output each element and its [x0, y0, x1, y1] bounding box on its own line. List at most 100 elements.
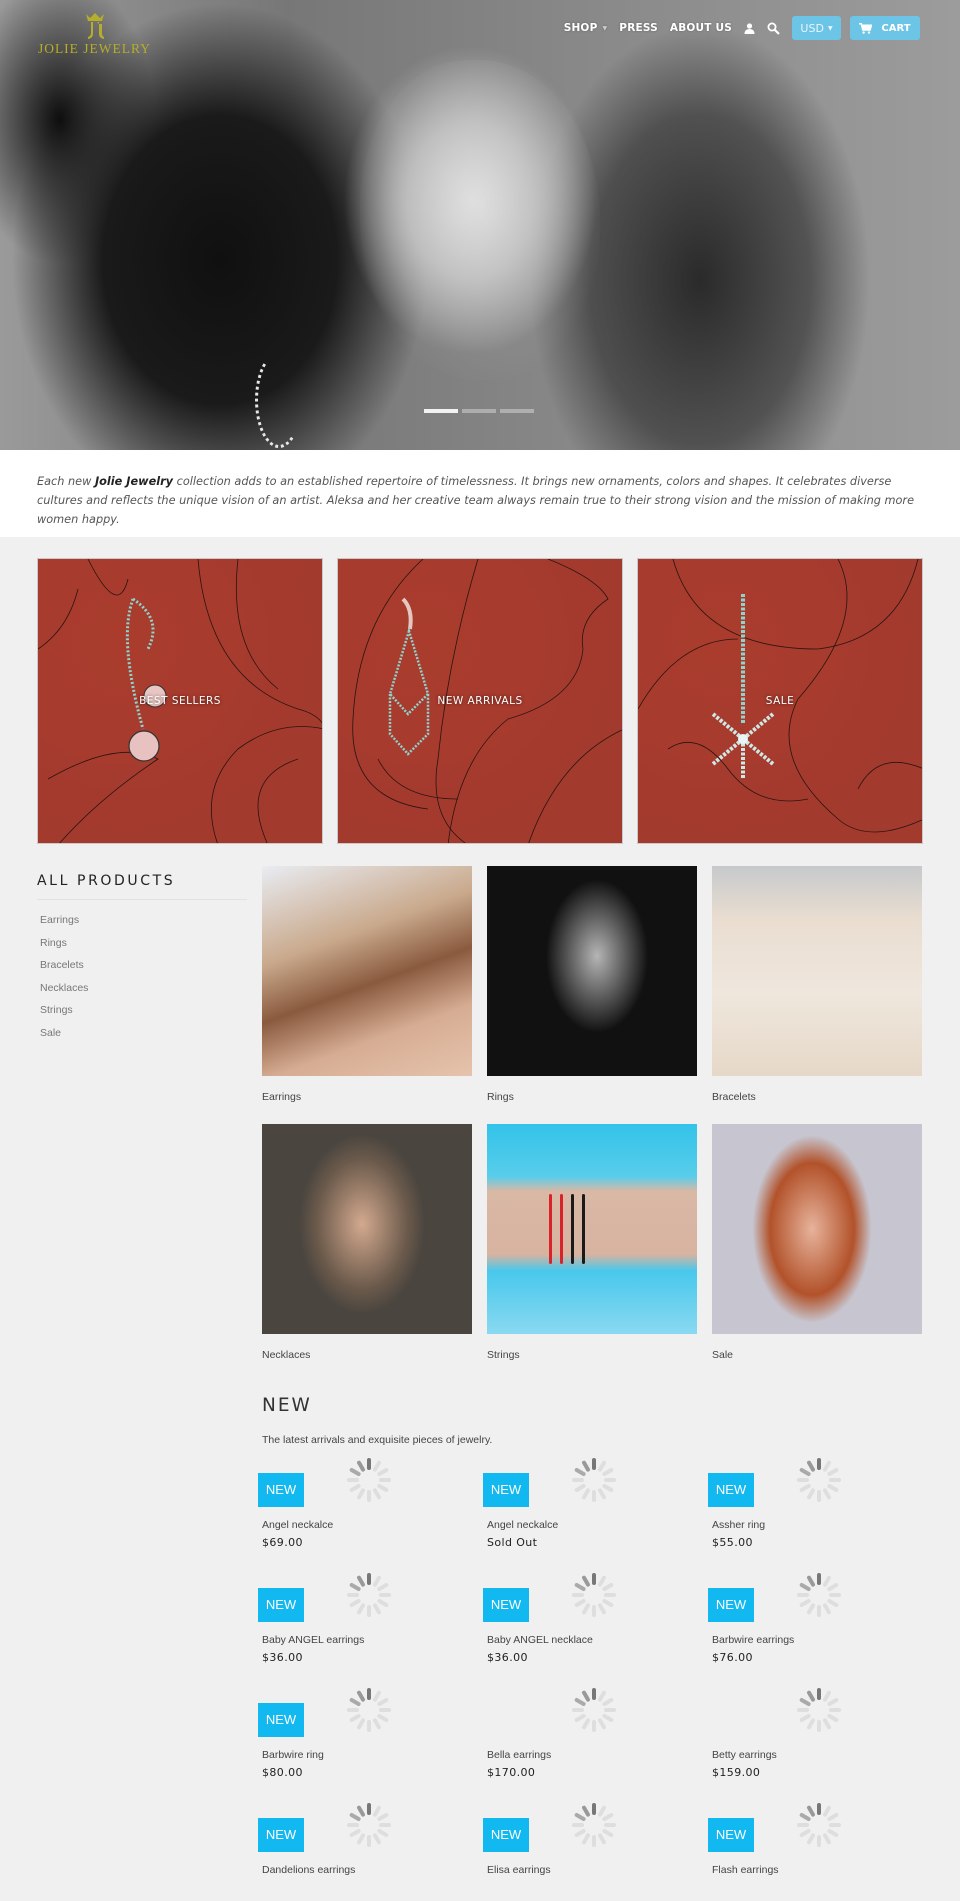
category-card-bracelets[interactable]: Bracelets [712, 866, 922, 1103]
new-section-subtitle: The latest arrivals and exquisite pieces… [262, 1434, 493, 1446]
new-badge: NEW [258, 1473, 304, 1507]
loading-spinner-icon [797, 1688, 841, 1732]
product-name: Baby ANGEL earrings [262, 1634, 365, 1646]
brand-logo[interactable]: JOLIE JEWELRY [37, 12, 152, 62]
chevron-down-icon: ▼ [602, 24, 608, 32]
cart-icon [859, 22, 873, 34]
collection-tile-new-arrivals[interactable]: NEW ARRIVALS [337, 558, 623, 844]
currency-value: USD [800, 21, 824, 35]
loading-spinner-icon [797, 1458, 841, 1502]
sidebar-item-sale[interactable]: Sale [37, 1025, 247, 1048]
sidebar-item-necklaces[interactable]: Necklaces [37, 980, 247, 1003]
new-badge: NEW [483, 1473, 529, 1507]
sidebar-title: ALL PRODUCTS [37, 873, 247, 900]
product-name: Angel neckalce [487, 1519, 559, 1531]
collection-tile-sale[interactable]: SALE [637, 558, 923, 844]
crown-monogram-icon [83, 12, 107, 40]
brand-name: JOLIE JEWELRY [37, 41, 152, 56]
product-card[interactable]: NEW Baby ANGEL earrings $36.00 [258, 1571, 472, 1671]
product-price: $55.00 [712, 1536, 753, 1549]
loading-spinner-icon [347, 1803, 391, 1847]
loading-spinner-icon [797, 1803, 841, 1847]
category-name: Earrings [262, 1091, 302, 1103]
product-card[interactable]: NEW Barbwire earrings $76.00 [708, 1571, 922, 1671]
category-image [487, 1124, 697, 1334]
product-price: Sold Out [487, 1536, 538, 1549]
product-card[interactable]: NEW Dandelions earrings [258, 1801, 472, 1901]
tile-label: BEST SELLERS [139, 695, 221, 707]
product-card[interactable]: NEW Elisa earrings [483, 1801, 697, 1901]
category-image [262, 1124, 472, 1334]
loading-spinner-icon [572, 1573, 616, 1617]
new-section-title: NEW [262, 1395, 312, 1416]
category-image [262, 866, 472, 1076]
category-card-strings[interactable]: Strings [487, 1124, 697, 1361]
sidebar-item-earrings[interactable]: Earrings [37, 912, 247, 935]
category-card-rings[interactable]: Rings [487, 866, 697, 1103]
product-name: Assher ring [712, 1519, 766, 1531]
new-badge: NEW [483, 1818, 529, 1852]
category-card-necklaces[interactable]: Necklaces [262, 1124, 472, 1361]
product-name: Flash earrings [712, 1864, 779, 1876]
intro-text: Each new Jolie Jewelry collection adds t… [37, 472, 917, 529]
category-image [487, 866, 697, 1076]
product-price: $159.00 [712, 1766, 761, 1779]
intro-prefix: Each new [37, 475, 95, 488]
product-name: Barbwire ring [262, 1749, 324, 1761]
product-name: Angel neckalce [262, 1519, 334, 1531]
product-price: $170.00 [487, 1766, 536, 1779]
product-card[interactable]: NEW Baby ANGEL necklace $36.00 [483, 1571, 697, 1671]
new-badge: NEW [708, 1588, 754, 1622]
product-price: $80.00 [262, 1766, 303, 1779]
product-price: $36.00 [487, 1651, 528, 1664]
string-bracelets [549, 1194, 607, 1264]
sidebar: ALL PRODUCTS Earrings Rings Bracelets Ne… [37, 873, 247, 1047]
nav-shop-label: SHOP [563, 22, 598, 34]
product-card[interactable]: NEW Flash earrings [708, 1801, 922, 1901]
product-card[interactable]: NEW Angel neckalce Sold Out [483, 1456, 697, 1556]
nav-shop[interactable]: SHOP ▼ [564, 22, 608, 34]
product-card[interactable]: NEW Angel neckalce $69.00 [258, 1456, 472, 1556]
nav-press[interactable]: PRESS [619, 22, 658, 34]
slide-dot-1[interactable] [424, 409, 458, 413]
slide-dot-2[interactable] [462, 409, 496, 413]
nav-about-us[interactable]: ABOUT US [670, 22, 732, 34]
product-name: Bella earrings [487, 1749, 552, 1761]
user-icon[interactable] [744, 22, 755, 34]
cart-label: CART [881, 22, 911, 34]
loading-spinner-icon [347, 1458, 391, 1502]
sidebar-item-strings[interactable]: Strings [37, 1002, 247, 1025]
product-card[interactable]: NEW Barbwire ring $80.00 [258, 1686, 472, 1786]
category-card-earrings[interactable]: Earrings [262, 866, 472, 1103]
product-card[interactable]: Bella earrings $170.00 [487, 1686, 697, 1786]
product-price: $36.00 [262, 1651, 303, 1664]
intro-brand: Jolie Jewelry [94, 475, 174, 488]
currency-select[interactable]: USD ▼ [792, 16, 841, 40]
loading-spinner-icon [347, 1573, 391, 1617]
new-badge: NEW [258, 1703, 304, 1737]
category-image [712, 866, 922, 1076]
category-card-sale[interactable]: Sale [712, 1124, 922, 1361]
new-badge: NEW [258, 1818, 304, 1852]
product-card[interactable]: NEW Assher ring $55.00 [708, 1456, 922, 1556]
product-name: Barbwire earrings [712, 1634, 795, 1646]
intro-section: Each new Jolie Jewelry collection adds t… [0, 450, 960, 537]
cart-button[interactable]: CART [850, 16, 920, 40]
new-badge: NEW [258, 1588, 304, 1622]
collection-tile-best-sellers[interactable]: BEST SELLERS [37, 558, 323, 844]
product-name: Dandelions earrings [262, 1864, 356, 1876]
category-image [712, 1124, 922, 1334]
loading-spinner-icon [572, 1458, 616, 1502]
hero-slideshow[interactable]: JOLIE JEWELRY SHOP ▼ PRESS ABOUT US USD … [0, 0, 960, 450]
category-name: Rings [487, 1091, 514, 1103]
search-icon[interactable] [767, 22, 780, 35]
category-name: Strings [487, 1349, 520, 1361]
product-card[interactable]: Betty earrings $159.00 [712, 1686, 922, 1786]
sidebar-item-bracelets[interactable]: Bracelets [37, 957, 247, 980]
hero-earring-detail [255, 352, 303, 448]
loading-spinner-icon [572, 1688, 616, 1732]
slide-dot-3[interactable] [500, 409, 534, 413]
loading-spinner-icon [347, 1688, 391, 1732]
category-name: Sale [712, 1349, 734, 1361]
sidebar-item-rings[interactable]: Rings [37, 935, 247, 958]
